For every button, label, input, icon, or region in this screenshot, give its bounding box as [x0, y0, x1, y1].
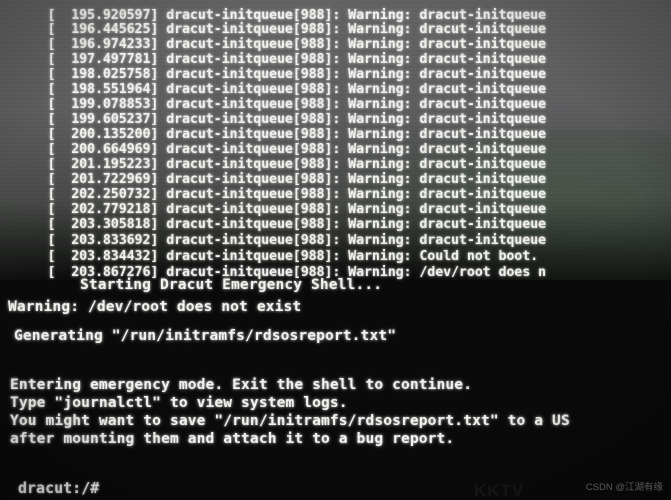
console-screen: [ 195.920597] dracut-initqueue[988]: War…	[0, 0, 671, 500]
generating-rdsosreport-message: Generating "/run/initramfs/rdsosreport.t…	[14, 327, 397, 344]
warning-dev-root-message: Warning: /dev/root does not exist	[8, 298, 302, 315]
mount-attach-hint-message: after mounting them and attach it to a b…	[10, 430, 455, 447]
csdn-watermark: CSDN @江湖有缘	[585, 482, 663, 493]
entering-emergency-mode-message: Entering emergency mode. Exit the shell …	[10, 376, 473, 393]
starting-emergency-shell-message: Starting Dracut Emergency Shell...	[0, 276, 383, 293]
save-rdsosreport-hint-message: You might want to save "/run/initramfs/r…	[10, 412, 570, 429]
shell-prompt[interactable]: dracut:/#	[18, 481, 99, 496]
monitor-brand-logo: KKTV	[474, 481, 525, 500]
journalctl-hint-message: Type "journalctl" to view system logs.	[10, 394, 348, 411]
